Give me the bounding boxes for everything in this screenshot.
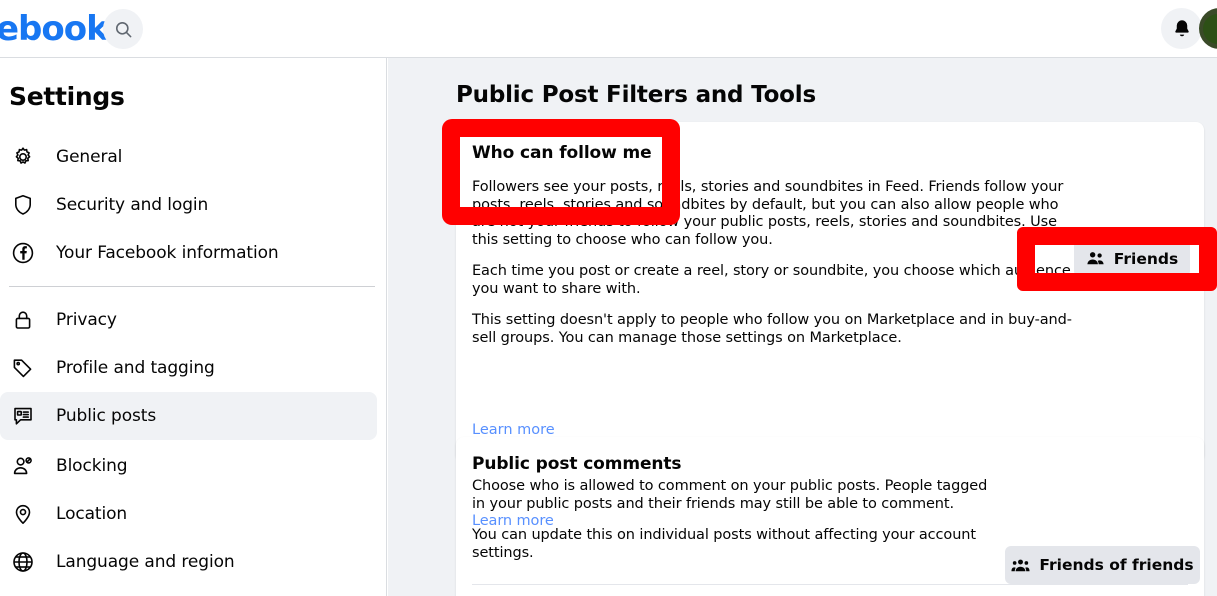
- comments-card-title: Public post comments: [472, 454, 682, 474]
- three-people-icon: [1011, 556, 1030, 575]
- bell-icon: [1174, 19, 1189, 36]
- friends-of-friends-button-label: Friends of friends: [1039, 556, 1194, 574]
- sidebar-item-location[interactable]: Location: [0, 490, 377, 538]
- friends-button-label: Friends: [1113, 249, 1179, 268]
- speech-bubble-icon: [9, 402, 37, 430]
- who-can-follow-me-audience-selector[interactable]: Friends: [1074, 240, 1190, 277]
- top-navigation-bar: ebook: [0, 0, 1217, 58]
- search-button[interactable]: [103, 9, 143, 49]
- globe-icon: [9, 548, 37, 576]
- shield-icon: [9, 191, 37, 219]
- sidebar-item-privacy[interactable]: Privacy: [0, 296, 377, 344]
- follow-card-learn-more-link[interactable]: Learn more: [472, 422, 555, 438]
- follow-card-body: Followers see your posts, reels, stories…: [472, 179, 1072, 347]
- page-title: Settings: [9, 82, 125, 111]
- sidebar-item-blocking[interactable]: Blocking: [0, 442, 377, 490]
- settings-sidebar: Settings General Security and login Your…: [0, 58, 387, 596]
- settings-nav-list: General Security and login Your Facebook…: [0, 133, 386, 586]
- comments-card-body-2: You can update this on individual posts …: [472, 527, 976, 561]
- person-block-icon: [9, 452, 37, 480]
- follow-paragraph-3: This setting doesn't apply to people who…: [472, 312, 1072, 346]
- user-avatar[interactable]: [1199, 8, 1217, 49]
- facebook-circle-icon: [9, 239, 37, 267]
- sidebar-item-security-and-login[interactable]: Security and login: [0, 181, 377, 229]
- public-post-comments-audience-selector[interactable]: Friends of friends: [1005, 546, 1200, 584]
- who-can-follow-me-card: Who can follow me Followers see your pos…: [456, 122, 1204, 462]
- sidebar-item-label: Blocking: [56, 456, 128, 476]
- sidebar-item-public-posts[interactable]: Public posts: [0, 392, 377, 440]
- two-people-icon: [1086, 249, 1105, 268]
- sidebar-item-label: Language and region: [56, 552, 235, 572]
- follow-paragraph-1: Followers see your posts, reels, stories…: [472, 179, 1064, 248]
- sidebar-item-label: Location: [56, 504, 128, 524]
- comments-card-body-1: Choose who is allowed to comment on your…: [472, 478, 997, 531]
- notifications-button[interactable]: [1161, 8, 1202, 49]
- sidebar-item-label: General: [56, 147, 123, 167]
- comments-paragraph-1: Choose who is allowed to comment on your…: [472, 478, 988, 512]
- follow-card-title: Who can follow me: [472, 143, 652, 163]
- search-icon: [115, 21, 131, 37]
- follow-card-text-column: Who can follow me Followers see your pos…: [472, 143, 1072, 347]
- sidebar-item-label: Your Facebook information: [56, 243, 279, 263]
- sidebar-item-your-facebook-information[interactable]: Your Facebook information: [0, 229, 377, 277]
- sidebar-item-label: Profile and tagging: [56, 358, 215, 378]
- comments-card-divider: [472, 584, 1188, 585]
- sidebar-item-label: Privacy: [56, 310, 117, 330]
- follow-paragraph-2: Each time you post or create a reel, sto…: [472, 263, 1071, 297]
- facebook-logo[interactable]: ebook: [0, 9, 109, 49]
- sidebar-item-general[interactable]: General: [0, 133, 377, 181]
- main-heading: Public Post Filters and Tools: [456, 82, 816, 108]
- sidebar-divider: [9, 286, 375, 287]
- gear-icon: [9, 143, 37, 171]
- lock-icon: [9, 306, 37, 334]
- sidebar-item-label: Public posts: [56, 406, 157, 426]
- main-content: Public Post Filters and Tools Who can fo…: [388, 58, 1217, 596]
- tag-icon: [9, 354, 37, 382]
- sidebar-item-label: Security and login: [56, 195, 209, 215]
- sidebar-item-profile-and-tagging[interactable]: Profile and tagging: [0, 344, 377, 392]
- location-pin-icon: [9, 500, 37, 528]
- sidebar-item-language-and-region[interactable]: Language and region: [0, 538, 377, 586]
- public-post-comments-card: Public post comments Choose who is allow…: [456, 437, 1204, 596]
